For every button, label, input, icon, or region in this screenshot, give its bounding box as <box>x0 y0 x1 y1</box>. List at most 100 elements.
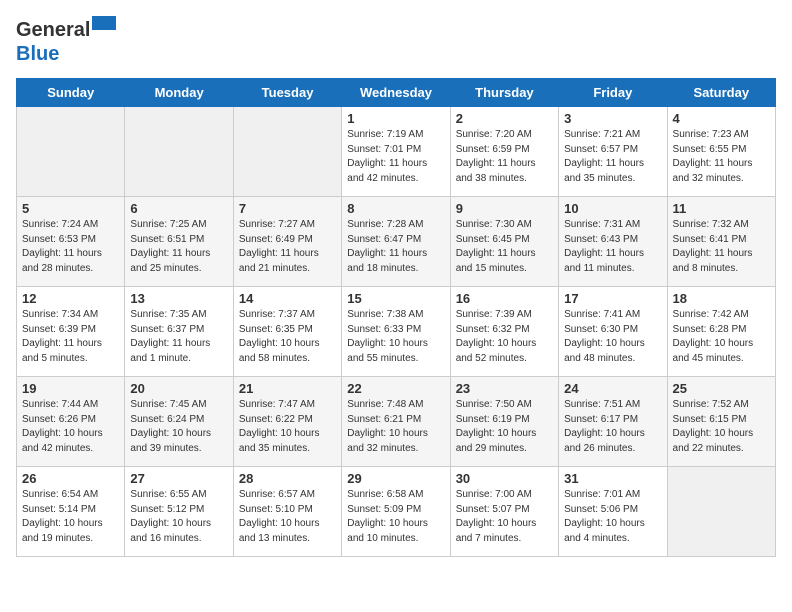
day-number: 15 <box>347 291 444 306</box>
calendar-cell <box>233 107 341 197</box>
calendar-week-row: 19 Sunrise: 7:44 AM Sunset: 6:26 PM Dayli… <box>17 377 776 467</box>
calendar-cell <box>667 467 775 557</box>
day-content: Sunrise: 7:20 AM Sunset: 6:59 PM Dayligh… <box>456 128 553 186</box>
page-header: General Blue <box>16 16 776 66</box>
calendar-week-row: 26 Sunrise: 6:54 AM Sunset: 5:14 PM Dayli… <box>17 467 776 557</box>
day-content: Sunrise: 7:32 AM Sunset: 6:41 PM Dayligh… <box>673 218 770 276</box>
calendar-cell: 5 Sunrise: 7:24 AM Sunset: 6:53 PM Daylig… <box>17 197 125 287</box>
day-number: 29 <box>347 471 444 486</box>
day-number: 17 <box>564 291 661 306</box>
calendar-cell: 3 Sunrise: 7:21 AM Sunset: 6:57 PM Daylig… <box>559 107 667 197</box>
calendar-cell: 16Sunrise: 7:39 AM Sunset: 6:32 PM Dayli… <box>450 287 558 377</box>
calendar-cell: 12 Sunrise: 7:34 AM Sunset: 6:39 PM Dayli… <box>17 287 125 377</box>
calendar-cell: 1 Sunrise: 7:19 AM Sunset: 7:01 PM Daylig… <box>342 107 450 197</box>
calendar-week-row: 5 Sunrise: 7:24 AM Sunset: 6:53 PM Daylig… <box>17 197 776 287</box>
calendar-cell: 15 Sunrise: 7:38 AM Sunset: 6:33 PM Dayli… <box>342 287 450 377</box>
calendar-cell: 4Sunrise: 7:23 AM Sunset: 6:55 PM Daylig… <box>667 107 775 197</box>
day-number: 30 <box>456 471 553 486</box>
calendar-cell: 13Sunrise: 7:35 AM Sunset: 6:37 PM Dayli… <box>125 287 233 377</box>
column-header-friday: Friday <box>559 79 667 107</box>
day-number: 26 <box>22 471 119 486</box>
calendar-cell: 25Sunrise: 7:52 AM Sunset: 6:15 PM Dayli… <box>667 377 775 467</box>
day-content: Sunrise: 7:38 AM Sunset: 6:33 PM Dayligh… <box>347 308 444 366</box>
day-number: 31 <box>564 471 661 486</box>
day-number: 10 <box>564 201 661 216</box>
day-number: 13 <box>130 291 227 306</box>
day-number: 18 <box>673 291 770 306</box>
column-header-sunday: Sunday <box>17 79 125 107</box>
day-content: Sunrise: 7:24 AM Sunset: 6:53 PM Dayligh… <box>22 218 119 276</box>
calendar-cell: 24 Sunrise: 7:51 AM Sunset: 6:17 PM Dayli… <box>559 377 667 467</box>
day-content: Sunrise: 7:47 AM Sunset: 6:22 PM Dayligh… <box>239 398 336 456</box>
day-number: 3 <box>564 111 661 126</box>
day-content: Sunrise: 6:54 AM Sunset: 5:14 PM Dayligh… <box>22 488 119 546</box>
calendar-cell: 21 Sunrise: 7:47 AM Sunset: 6:22 PM Dayli… <box>233 377 341 467</box>
calendar-cell <box>125 107 233 197</box>
day-number: 2 <box>456 111 553 126</box>
calendar-header-row: SundayMondayTuesdayWednesdayThursdayFrid… <box>17 79 776 107</box>
day-content: Sunrise: 7:21 AM Sunset: 6:57 PM Dayligh… <box>564 128 661 186</box>
calendar-cell: 27Sunrise: 6:55 AM Sunset: 5:12 PM Dayli… <box>125 467 233 557</box>
calendar-cell: 6Sunrise: 7:25 AM Sunset: 6:51 PM Daylig… <box>125 197 233 287</box>
day-number: 28 <box>239 471 336 486</box>
day-content: Sunrise: 7:00 AM Sunset: 5:07 PM Dayligh… <box>456 488 553 546</box>
day-number: 5 <box>22 201 119 216</box>
day-content: Sunrise: 7:19 AM Sunset: 7:01 PM Dayligh… <box>347 128 444 186</box>
logo-flag-icon <box>92 16 116 36</box>
day-number: 1 <box>347 111 444 126</box>
logo-text: General <box>16 16 116 42</box>
day-content: Sunrise: 6:57 AM Sunset: 5:10 PM Dayligh… <box>239 488 336 546</box>
calendar-cell: 31 Sunrise: 7:01 AM Sunset: 5:06 PM Dayli… <box>559 467 667 557</box>
day-content: Sunrise: 7:27 AM Sunset: 6:49 PM Dayligh… <box>239 218 336 276</box>
day-number: 21 <box>239 381 336 396</box>
calendar-cell: 17 Sunrise: 7:41 AM Sunset: 6:30 PM Dayli… <box>559 287 667 377</box>
day-content: Sunrise: 7:30 AM Sunset: 6:45 PM Dayligh… <box>456 218 553 276</box>
day-content: Sunrise: 7:01 AM Sunset: 5:06 PM Dayligh… <box>564 488 661 546</box>
day-content: Sunrise: 7:34 AM Sunset: 6:39 PM Dayligh… <box>22 308 119 366</box>
calendar-cell: 20 Sunrise: 7:45 AM Sunset: 6:24 PM Dayli… <box>125 377 233 467</box>
day-number: 24 <box>564 381 661 396</box>
day-number: 11 <box>673 201 770 216</box>
day-content: Sunrise: 7:28 AM Sunset: 6:47 PM Dayligh… <box>347 218 444 276</box>
calendar-cell: 30 Sunrise: 7:00 AM Sunset: 5:07 PM Dayli… <box>450 467 558 557</box>
calendar-cell: 29Sunrise: 6:58 AM Sunset: 5:09 PM Dayli… <box>342 467 450 557</box>
column-header-saturday: Saturday <box>667 79 775 107</box>
day-content: Sunrise: 7:37 AM Sunset: 6:35 PM Dayligh… <box>239 308 336 366</box>
day-number: 12 <box>22 291 119 306</box>
column-header-thursday: Thursday <box>450 79 558 107</box>
day-content: Sunrise: 7:48 AM Sunset: 6:21 PM Dayligh… <box>347 398 444 456</box>
day-content: Sunrise: 7:31 AM Sunset: 6:43 PM Dayligh… <box>564 218 661 276</box>
calendar-cell: 7Sunrise: 7:27 AM Sunset: 6:49 PM Daylig… <box>233 197 341 287</box>
day-number: 19 <box>22 381 119 396</box>
day-number: 14 <box>239 291 336 306</box>
day-content: Sunrise: 7:52 AM Sunset: 6:15 PM Dayligh… <box>673 398 770 456</box>
day-content: Sunrise: 7:41 AM Sunset: 6:30 PM Dayligh… <box>564 308 661 366</box>
column-header-monday: Monday <box>125 79 233 107</box>
day-content: Sunrise: 7:45 AM Sunset: 6:24 PM Dayligh… <box>130 398 227 456</box>
calendar-cell <box>17 107 125 197</box>
day-content: Sunrise: 7:44 AM Sunset: 6:26 PM Dayligh… <box>22 398 119 456</box>
calendar-cell: 8 Sunrise: 7:28 AM Sunset: 6:47 PM Daylig… <box>342 197 450 287</box>
column-header-tuesday: Tuesday <box>233 79 341 107</box>
day-content: Sunrise: 7:51 AM Sunset: 6:17 PM Dayligh… <box>564 398 661 456</box>
logo-general: General <box>16 19 90 41</box>
day-content: Sunrise: 7:42 AM Sunset: 6:28 PM Dayligh… <box>673 308 770 366</box>
calendar-cell: 18 Sunrise: 7:42 AM Sunset: 6:28 PM Dayli… <box>667 287 775 377</box>
calendar-cell: 11 Sunrise: 7:32 AM Sunset: 6:41 PM Dayli… <box>667 197 775 287</box>
day-number: 27 <box>130 471 227 486</box>
calendar-cell: 22 Sunrise: 7:48 AM Sunset: 6:21 PM Dayli… <box>342 377 450 467</box>
calendar-cell: 10 Sunrise: 7:31 AM Sunset: 6:43 PM Dayli… <box>559 197 667 287</box>
calendar-week-row: 12 Sunrise: 7:34 AM Sunset: 6:39 PM Dayli… <box>17 287 776 377</box>
calendar-cell: 28 Sunrise: 6:57 AM Sunset: 5:10 PM Dayli… <box>233 467 341 557</box>
day-number: 20 <box>130 381 227 396</box>
day-number: 22 <box>347 381 444 396</box>
calendar-week-row: 1 Sunrise: 7:19 AM Sunset: 7:01 PM Daylig… <box>17 107 776 197</box>
day-content: Sunrise: 7:50 AM Sunset: 6:19 PM Dayligh… <box>456 398 553 456</box>
day-number: 6 <box>130 201 227 216</box>
day-number: 4 <box>673 111 770 126</box>
day-content: Sunrise: 7:39 AM Sunset: 6:32 PM Dayligh… <box>456 308 553 366</box>
calendar-cell: 9Sunrise: 7:30 AM Sunset: 6:45 PM Daylig… <box>450 197 558 287</box>
calendar-cell: 19 Sunrise: 7:44 AM Sunset: 6:26 PM Dayli… <box>17 377 125 467</box>
day-number: 8 <box>347 201 444 216</box>
logo: General Blue <box>16 16 116 66</box>
